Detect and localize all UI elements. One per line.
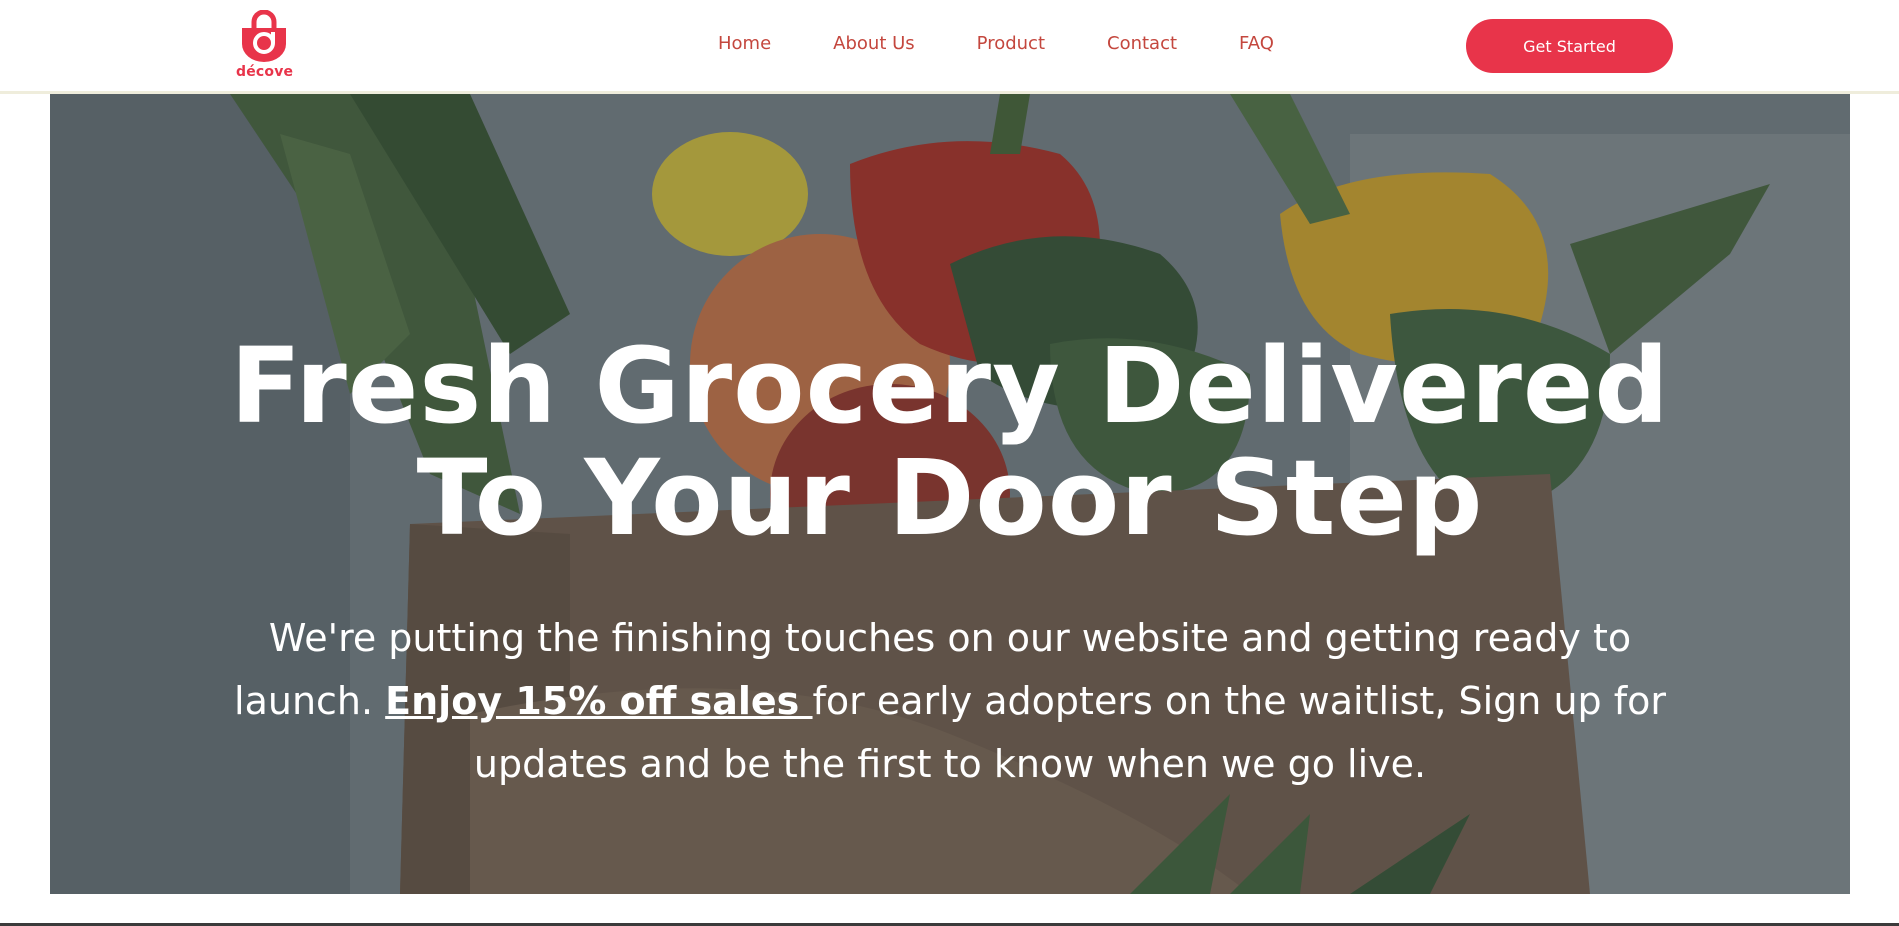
nav-product[interactable]: Product [977,33,1045,54]
hero-title-line-2: To Your Door Step [416,437,1484,559]
hero-subtitle: We're putting the finishing touches on o… [210,607,1690,796]
hero-title-line-1: Fresh Grocery Delivered [230,325,1670,447]
logo-text: décove [236,64,294,80]
nav-faq[interactable]: FAQ [1239,33,1274,54]
nav-about-us[interactable]: About Us [833,33,915,54]
brand-logo[interactable]: décove [236,10,294,84]
hero-title: Fresh Grocery Delivered To Your Door Ste… [50,330,1850,554]
nav-home[interactable]: Home [718,33,771,54]
main-nav: Home About Us Product Contact FAQ [718,33,1274,54]
site-header: décove Home About Us Product Contact FAQ… [0,0,1899,94]
nav-contact[interactable]: Contact [1107,33,1177,54]
get-started-button[interactable]: Get Started [1466,19,1673,73]
discount-link[interactable]: Enjoy 15% off sales [385,679,812,723]
hero-section: Fresh Grocery Delivered To Your Door Ste… [50,94,1850,894]
shopping-bag-logo-icon [242,10,286,62]
